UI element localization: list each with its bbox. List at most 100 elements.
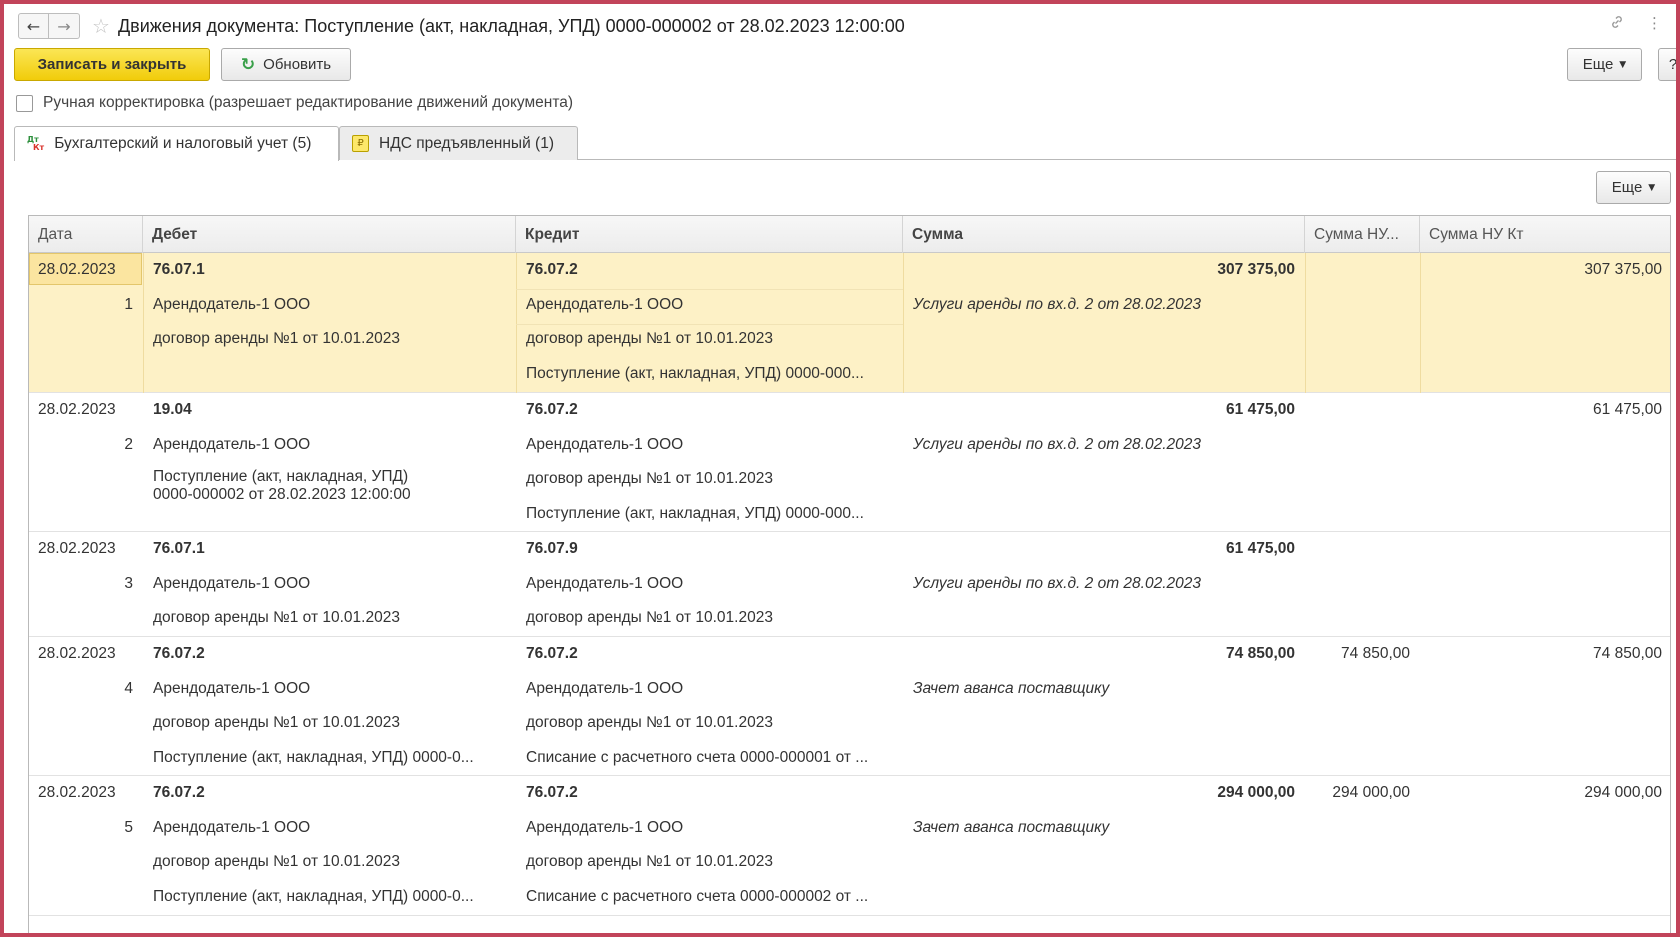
cell-credit-account: 76.07.9 (526, 540, 578, 557)
title-bar: ← → ☆ Движения документа: Поступление (а… (8, 8, 1676, 44)
refresh-icon: ↻ (240, 54, 256, 75)
cell-sum-nu-kt: 74 850,00 (1593, 645, 1662, 662)
help-button[interactable]: ? (1658, 48, 1676, 81)
movements-table: Дата Дебет Кредит Сумма Сумма НУ... Сумм… (28, 215, 1671, 933)
title-actions: ⋮ (1609, 14, 1662, 34)
cell-content: Зачет аванса поставщику (913, 818, 1110, 836)
manual-edit-row: Ручная корректировка (разрешает редактир… (16, 94, 573, 112)
column-sum-nu-dt[interactable]: Сумма НУ... (1305, 216, 1420, 253)
cell-date: 28.02.2023 (38, 784, 116, 801)
cell-row-number: 2 (124, 435, 133, 453)
tab-accounting-label: Бухгалтерский и налоговый учет (5) (54, 135, 312, 152)
cell-debit-account: 76.07.2 (153, 645, 205, 662)
cell-credit-subconto: Списание с расчетного счета 0000-000002 … (526, 887, 869, 905)
cell-credit-subconto: Арендодатель-1 ООО (526, 435, 684, 453)
manual-edit-label[interactable]: Ручная корректировка (разрешает редактир… (43, 94, 573, 112)
grid-more-label: Еще (1611, 179, 1643, 196)
cell-date: 28.02.2023 (38, 261, 116, 278)
cell-debit-subconto: Поступление (акт, накладная, УПД) 0000-0… (153, 748, 474, 766)
table-row[interactable]: 28.02.2023 5 76.07.2 Арендодатель-1 ООО дого… (29, 776, 1670, 916)
refresh-button[interactable]: ↻ Обновить (221, 48, 351, 81)
cell-row-number: 5 (124, 818, 133, 836)
cell-credit-subconto: договор аренды №1 от 10.01.2023 (526, 853, 773, 870)
vat-register-icon: ₽ (352, 135, 369, 152)
table-row[interactable]: 28.02.2023 3 76.07.1 Арендодатель-1 ООО дого… (29, 532, 1670, 637)
table-row[interactable]: 28.02.2023 1 76.07.1 Арендодатель-1 ООО дого… (29, 253, 1670, 393)
cell-sum: 307 375,00 (1217, 261, 1295, 278)
cell-sum: 61 475,00 (1226, 401, 1295, 418)
refresh-label: Обновить (263, 56, 332, 73)
cell-content: Услуги аренды по вх.д. 2 от 28.02.2023 (913, 435, 1201, 453)
chevron-down-icon: ▼ (1648, 182, 1656, 193)
grid-more-button[interactable]: Еще ▼ (1596, 171, 1671, 204)
tab-vat[interactable]: ₽ НДС предъявленный (1) (339, 126, 578, 160)
cell-debit-subconto: договор аренды №1 от 10.01.2023 (153, 609, 400, 626)
cell-debit-account: 19.04 (153, 401, 192, 418)
cell-debit-subconto: договор аренды №1 от 10.01.2023 (153, 853, 400, 870)
column-credit[interactable]: Кредит (516, 216, 903, 253)
cell-sum-nu-kt: 307 375,00 (1584, 261, 1662, 278)
cell-credit-subconto: Поступление (акт, накладная, УПД) 0000-0… (526, 504, 864, 522)
cell-credit-account: 76.07.2 (526, 645, 578, 662)
cell-content: Услуги аренды по вх.д. 2 от 28.02.2023 (913, 574, 1201, 592)
window-title: Движения документа: Поступление (акт, на… (117, 15, 905, 36)
cell-credit-account: 76.07.2 (526, 261, 578, 278)
cell-sum-nu-dt (1305, 253, 1420, 287)
back-icon[interactable]: ← (18, 13, 49, 39)
cell-sum-nu-kt (1420, 532, 1670, 566)
cell-sum-nu-dt (1305, 532, 1420, 566)
save-and-close-button[interactable]: Записать и закрыть (14, 48, 210, 81)
cell-credit-subconto: Арендодатель-1 ООО (526, 574, 684, 592)
more-button[interactable]: Еще ▼ (1567, 48, 1642, 81)
cell-credit-subconto: Списание с расчетного счета 0000-000001 … (526, 748, 869, 766)
cell-sum: 61 475,00 (1226, 540, 1295, 557)
column-sum-nu-kt[interactable]: Сумма НУ Кт (1420, 216, 1670, 253)
cell-debit-account: 76.07.1 (153, 261, 205, 278)
cell-sum: 294 000,00 (1217, 784, 1295, 801)
cell-debit-subconto: Арендодатель-1 ООО (153, 295, 311, 313)
toolbar: Записать и закрыть ↻ Обновить Еще ▼ ? (14, 48, 1676, 82)
cell-credit-account: 76.07.2 (526, 401, 578, 418)
manual-edit-checkbox[interactable] (16, 94, 33, 112)
cell-row-number: 3 (124, 574, 133, 592)
cell-credit-account: 76.07.2 (526, 784, 578, 801)
cell-date: 28.02.2023 (38, 401, 116, 418)
tab-bar: Дт Кт Бухгалтерский и налоговый учет (5)… (14, 126, 1676, 161)
cell-debit-account: 76.07.2 (153, 784, 205, 801)
cell-debit-subconto: Арендодатель-1 ООО (153, 574, 311, 592)
cell-sum-nu-dt: 294 000,00 (1332, 784, 1410, 801)
table-header: Дата Дебет Кредит Сумма Сумма НУ... Сумм… (29, 216, 1670, 253)
dt-kt-icon: Дт Кт (27, 135, 45, 152)
tab-vat-label: НДС предъявленный (1) (379, 134, 554, 152)
more-label: Еще (1582, 56, 1614, 73)
document-movements-window: ← → ☆ Движения документа: Поступление (а… (0, 0, 1680, 937)
cell-content: Услуги аренды по вх.д. 2 от 28.02.2023 (913, 295, 1201, 313)
cell-credit-subconto: Арендодатель-1 ООО (526, 295, 684, 313)
cell-row-number: 1 (124, 295, 133, 313)
cell-credit-subconto: Арендодатель-1 ООО (526, 818, 684, 836)
tab-accounting[interactable]: Дт Кт Бухгалтерский и налоговый учет (5) (14, 126, 339, 161)
cell-debit-subconto: договор аренды №1 от 10.01.2023 (153, 714, 400, 731)
forward-icon[interactable]: → (49, 13, 80, 39)
cell-sum-nu-kt: 294 000,00 (1584, 784, 1662, 801)
cell-sum-nu-dt (1305, 393, 1420, 427)
cell-debit-subconto: Арендодатель-1 ООО (153, 679, 311, 697)
cell-credit-subconto: договор аренды №1 от 10.01.2023 (526, 714, 773, 731)
cell-sum: 74 850,00 (1226, 645, 1295, 662)
cell-sum-nu-dt: 74 850,00 (1341, 645, 1410, 662)
cell-credit-subconto: договор аренды №1 от 10.01.2023 (526, 470, 773, 487)
cell-debit-subconto: Арендодатель-1 ООО (153, 818, 311, 836)
table-row[interactable]: 28.02.2023 4 76.07.2 Арендодатель-1 ООО дого… (29, 637, 1670, 776)
cell-date: 28.02.2023 (38, 645, 116, 662)
cell-credit-subconto: Поступление (акт, накладная, УПД) 0000-0… (526, 364, 864, 382)
cell-debit-subconto: Поступление (акт, накладная, УПД) 0000-00… (153, 468, 411, 503)
cell-debit-account: 76.07.1 (153, 540, 205, 557)
column-date[interactable]: Дата (29, 216, 143, 253)
column-sum[interactable]: Сумма (903, 216, 1305, 253)
cell-credit-subconto: договор аренды №1 от 10.01.2023 (526, 609, 773, 626)
link-icon[interactable] (1609, 14, 1625, 34)
menu-icon[interactable]: ⋮ (1647, 14, 1662, 34)
column-debit[interactable]: Дебет (143, 216, 516, 253)
favorite-star-icon[interactable]: ☆ (92, 14, 110, 38)
table-row[interactable]: 28.02.2023 2 19.04 Арендодатель-1 ООО Поступ… (29, 393, 1670, 532)
